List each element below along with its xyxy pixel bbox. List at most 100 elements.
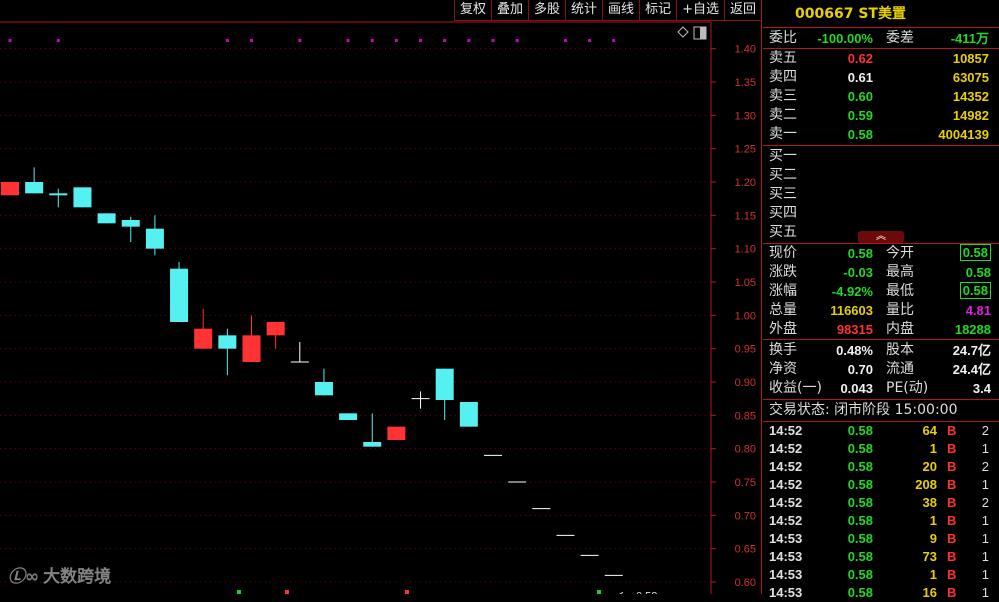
watermark-text: 大数跨境 xyxy=(43,567,112,587)
stat-label: 净资 xyxy=(769,361,797,377)
stat-label: 股本 xyxy=(886,342,914,358)
tick-row: 14:53 0.58 9 B 1 xyxy=(763,530,999,548)
kline-chart[interactable]: 1.40 1.35 1.30 1.25 1.20 1.15 1.10 1.05 1.00 0.95… xyxy=(0,0,762,594)
toolbar-button-3[interactable]: 统计 xyxy=(565,0,604,21)
tick-count: 1 xyxy=(981,513,989,528)
ask-price: 0.60 xyxy=(847,89,873,104)
candle-body xyxy=(25,182,44,194)
ask-volume: 4004139 xyxy=(938,127,989,142)
ask-volume: 10857 xyxy=(952,51,989,66)
toolbar-button-4[interactable]: 画线 xyxy=(602,0,641,21)
ask-row[interactable]: 卖一 0.58 4004139 xyxy=(763,125,999,144)
tick-side: B xyxy=(947,513,957,528)
price-tick-label: 0.80 xyxy=(735,444,756,456)
price-tick-label: 1.30 xyxy=(735,110,756,122)
candle-body xyxy=(242,335,261,362)
ask-row[interactable]: 卖二 0.59 14982 xyxy=(763,106,999,125)
bid-row[interactable]: 买一 xyxy=(763,147,999,166)
toolbar-button-2[interactable]: 多股 xyxy=(528,0,567,21)
stat-value: -4.92% xyxy=(831,284,873,299)
candle-body xyxy=(145,228,164,249)
toolbar-button-5[interactable]: 标记 xyxy=(639,0,678,21)
stat-value: 98315 xyxy=(836,322,873,337)
stat-value: -0.03 xyxy=(843,265,873,280)
tick-volume: 16 xyxy=(922,585,937,600)
signal-marker xyxy=(394,39,398,42)
price-tick-label: 1.10 xyxy=(735,244,756,256)
toolbar-button-7[interactable]: 返回 xyxy=(723,0,762,21)
candle-body xyxy=(97,213,116,224)
ask-volume: 63075 xyxy=(952,70,989,85)
toolbar-button-0[interactable]: 复权 xyxy=(453,0,492,21)
diamond-icon xyxy=(677,26,689,38)
price-tick-label: 0.70 xyxy=(735,510,756,522)
price-tick-label: 1.00 xyxy=(735,310,756,322)
watermark-logo: Ⓛ∞ xyxy=(8,567,40,587)
ask-label: 卖五 xyxy=(769,50,797,66)
candle-body xyxy=(73,187,92,208)
tick-price: 0.58 xyxy=(847,477,873,492)
stat-label: 总量 xyxy=(769,302,797,318)
stat-value: 24.4亿 xyxy=(952,362,991,377)
stat-value: 0.58 xyxy=(965,265,991,280)
fundamental-row: 收益(一) 0.043 PE(动) 3.4 xyxy=(763,379,999,398)
stat-label: 量比 xyxy=(886,302,914,318)
stat-row: 总量 116603 量比 4.81 xyxy=(763,301,999,320)
price-tick-label: 1.20 xyxy=(735,177,756,189)
bid-label: 买一 xyxy=(769,148,797,164)
price-tick-label: 1.25 xyxy=(735,144,756,156)
divider xyxy=(763,27,999,28)
tick-row: 14:52 0.58 20 B 2 xyxy=(763,458,999,476)
tick-row: 14:53 0.58 1 B 1 xyxy=(763,566,999,584)
ask-label: 卖一 xyxy=(769,126,797,142)
ask-row[interactable]: 卖四 0.61 63075 xyxy=(763,68,999,87)
volume-stub xyxy=(405,590,409,594)
stat-label: 收益(一) xyxy=(769,380,822,396)
ask-price: 0.59 xyxy=(847,108,873,123)
candle-body xyxy=(339,413,358,420)
tick-volume: 1 xyxy=(929,441,937,456)
watermark: Ⓛ∞ 大数跨境 xyxy=(8,562,111,587)
price-tick-label: 1.05 xyxy=(735,277,756,289)
price-tick-label: 0.60 xyxy=(735,577,756,589)
bid-row[interactable]: 买三 xyxy=(763,185,999,204)
price-tick-label: 0.75 xyxy=(735,477,756,489)
tick-price: 0.58 xyxy=(847,459,873,474)
bid-row[interactable]: 买四 xyxy=(763,204,999,223)
tick-row: 14:52 0.58 1 B 1 xyxy=(763,440,999,458)
divider xyxy=(761,0,762,594)
ask-row[interactable]: 卖五 0.62 10857 xyxy=(763,49,999,68)
tick-price: 0.58 xyxy=(847,531,873,546)
trade-status-row: 交易状态: 闭市阶段 15:00:00 xyxy=(763,401,999,420)
stat-label: 今开 xyxy=(886,245,914,261)
bid-label: 买四 xyxy=(769,205,797,221)
stat-value: 3.4 xyxy=(972,381,991,396)
candle-body xyxy=(49,193,68,196)
tick-count: 2 xyxy=(981,423,989,438)
tick-time: 14:53 xyxy=(769,531,803,546)
tick-side: B xyxy=(947,585,957,600)
tick-side: B xyxy=(947,531,957,546)
expand-order-book-button[interactable]: ︽ xyxy=(858,231,904,243)
tick-row: 14:52 0.58 64 B 2 xyxy=(763,422,999,440)
stat-value: 4.81 xyxy=(965,303,991,318)
signal-marker xyxy=(563,39,567,42)
price-tick-label: 0.65 xyxy=(735,544,756,556)
ask-label: 卖二 xyxy=(769,107,797,123)
toolbar-button-1[interactable]: 叠加 xyxy=(491,0,530,21)
kline-chart-pane[interactable]: 1.40 1.35 1.30 1.25 1.20 1.15 1.10 1.05 1.00 0.95… xyxy=(0,0,762,594)
tick-count: 1 xyxy=(981,585,989,600)
stat-value: 18288 xyxy=(954,322,991,337)
tick-price: 0.58 xyxy=(847,585,873,600)
stat-value: 0.70 xyxy=(847,362,873,377)
ask-row[interactable]: 卖三 0.60 14352 xyxy=(763,87,999,106)
price-tick-label: 1.15 xyxy=(735,210,756,222)
tick-time: 14:52 xyxy=(769,477,803,492)
bid-row[interactable]: 买二 xyxy=(763,166,999,185)
stat-value: 116603 xyxy=(830,303,873,318)
stat-label: 现价 xyxy=(769,245,797,261)
toolbar-button-6[interactable]: +自选 xyxy=(676,0,725,21)
stock-title[interactable]: 000667 ST美置 xyxy=(795,5,906,24)
stat-label: 涨跌 xyxy=(769,264,797,280)
price-tick-label: 0.85 xyxy=(735,410,756,422)
